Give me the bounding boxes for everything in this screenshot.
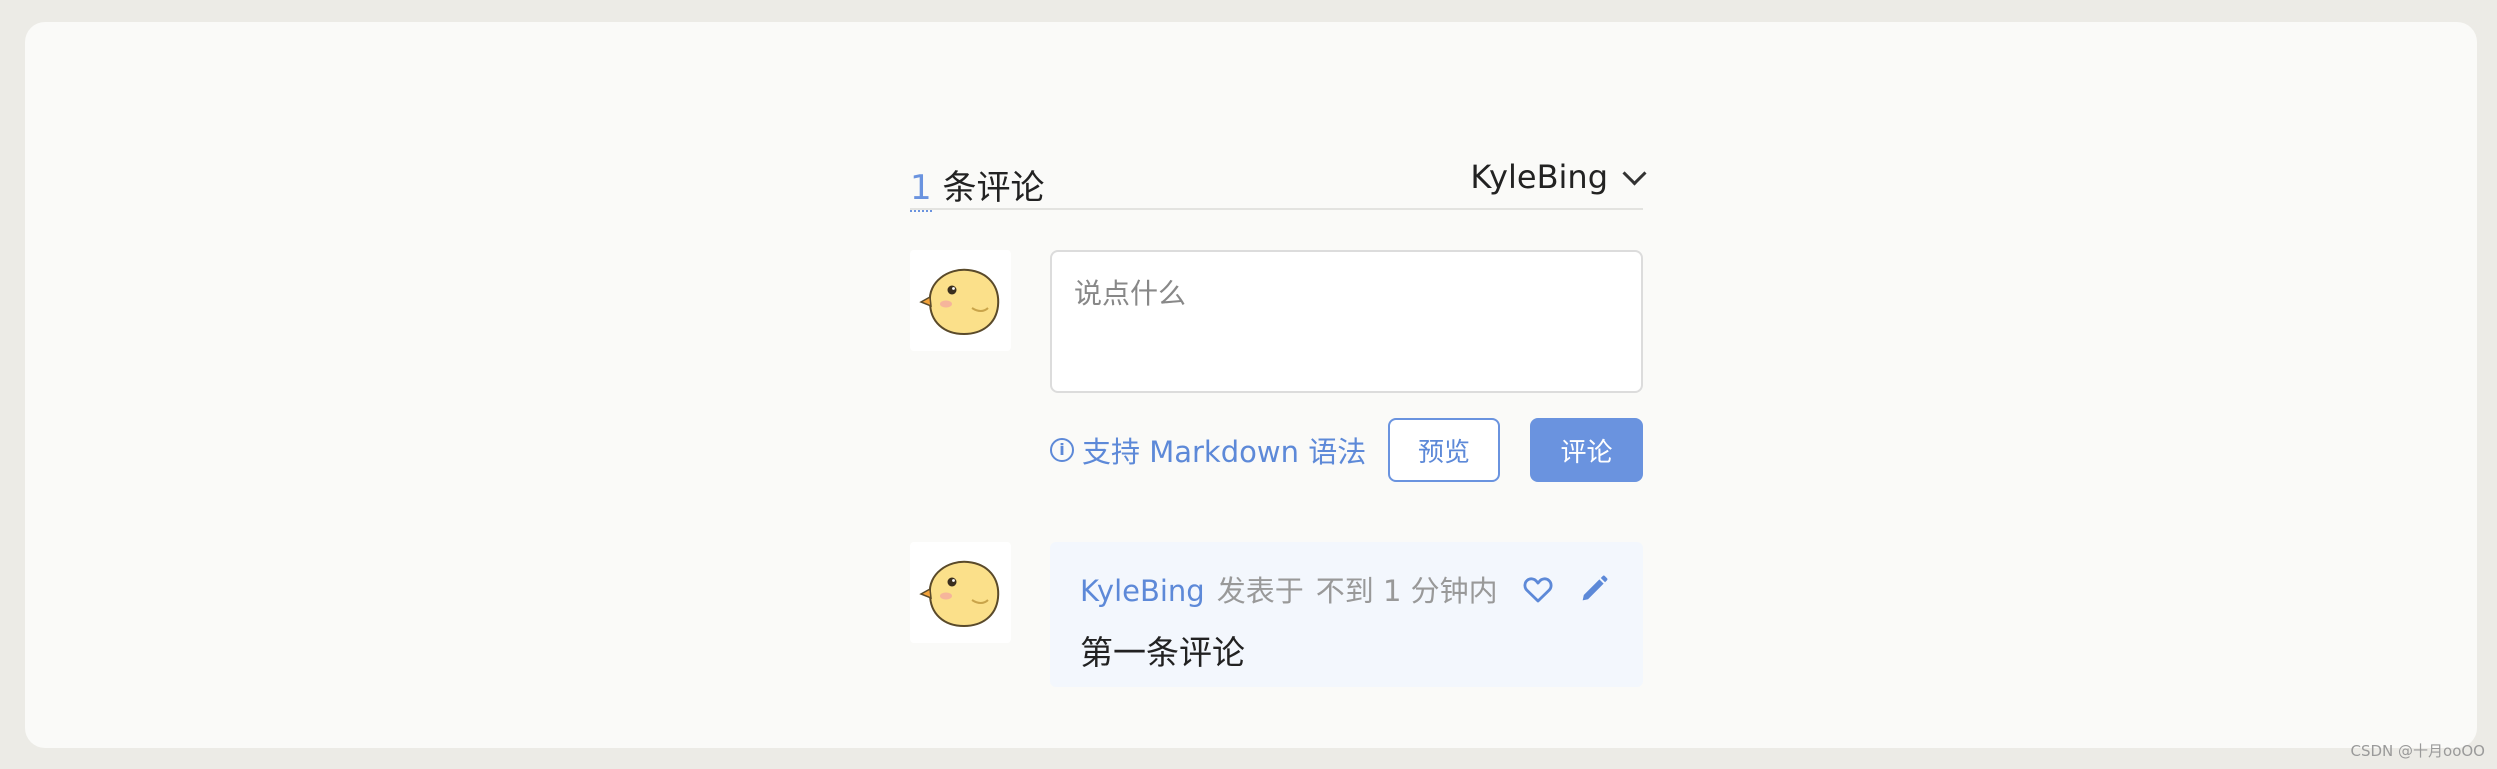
preview-button[interactable]: 预览 xyxy=(1388,418,1500,482)
submit-comment-button[interactable]: 评论 xyxy=(1530,418,1643,482)
user-name[interactable]: KyleBing xyxy=(1470,158,1608,196)
pencil-icon[interactable] xyxy=(1577,572,1611,606)
comments-card: 1 条评论 KyleBing i 支持 Markdown 语法 xyxy=(25,22,2477,748)
chick-avatar-icon xyxy=(919,560,1000,628)
heart-icon[interactable] xyxy=(1521,572,1555,606)
chevron-down-icon[interactable] xyxy=(1622,160,1647,186)
markdown-tip-link[interactable]: i 支持 Markdown 语法 xyxy=(1050,429,1366,471)
markdown-tip-label: 支持 Markdown 语法 xyxy=(1082,435,1367,469)
composer-avatar xyxy=(910,250,1011,351)
comment-author[interactable]: KyleBing xyxy=(1080,574,1205,608)
comment-posted-label: 发表于 xyxy=(1216,574,1304,608)
comment-meta: KyleBing 发表于 不到 1 分钟内 xyxy=(1080,568,1498,610)
watermark: CSDN @十月ooOO xyxy=(2350,742,2485,760)
comment-time: 不到 1 分钟内 xyxy=(1315,574,1498,608)
chick-avatar-icon xyxy=(919,268,1000,336)
user-menu[interactable]: KyleBing xyxy=(1470,158,1647,196)
info-icon: i xyxy=(1050,438,1074,462)
comments-header: 1 条评论 KyleBing xyxy=(910,130,1647,212)
header-divider xyxy=(910,208,1643,210)
comment-content: 第一条评论 xyxy=(1080,633,1245,672)
comment-count: 1 条评论 xyxy=(910,160,1045,212)
comment-input[interactable] xyxy=(1050,250,1643,393)
comments-panel: 1 条评论 KyleBing i 支持 Markdown 语法 xyxy=(910,22,1647,748)
comment-count-label: 条评论 xyxy=(942,168,1045,208)
comment-count-number[interactable]: 1 xyxy=(910,168,932,212)
comment-item: KyleBing 发表于 不到 1 分钟内 第一条评论 xyxy=(1050,542,1643,687)
comment-avatar xyxy=(910,542,1011,643)
